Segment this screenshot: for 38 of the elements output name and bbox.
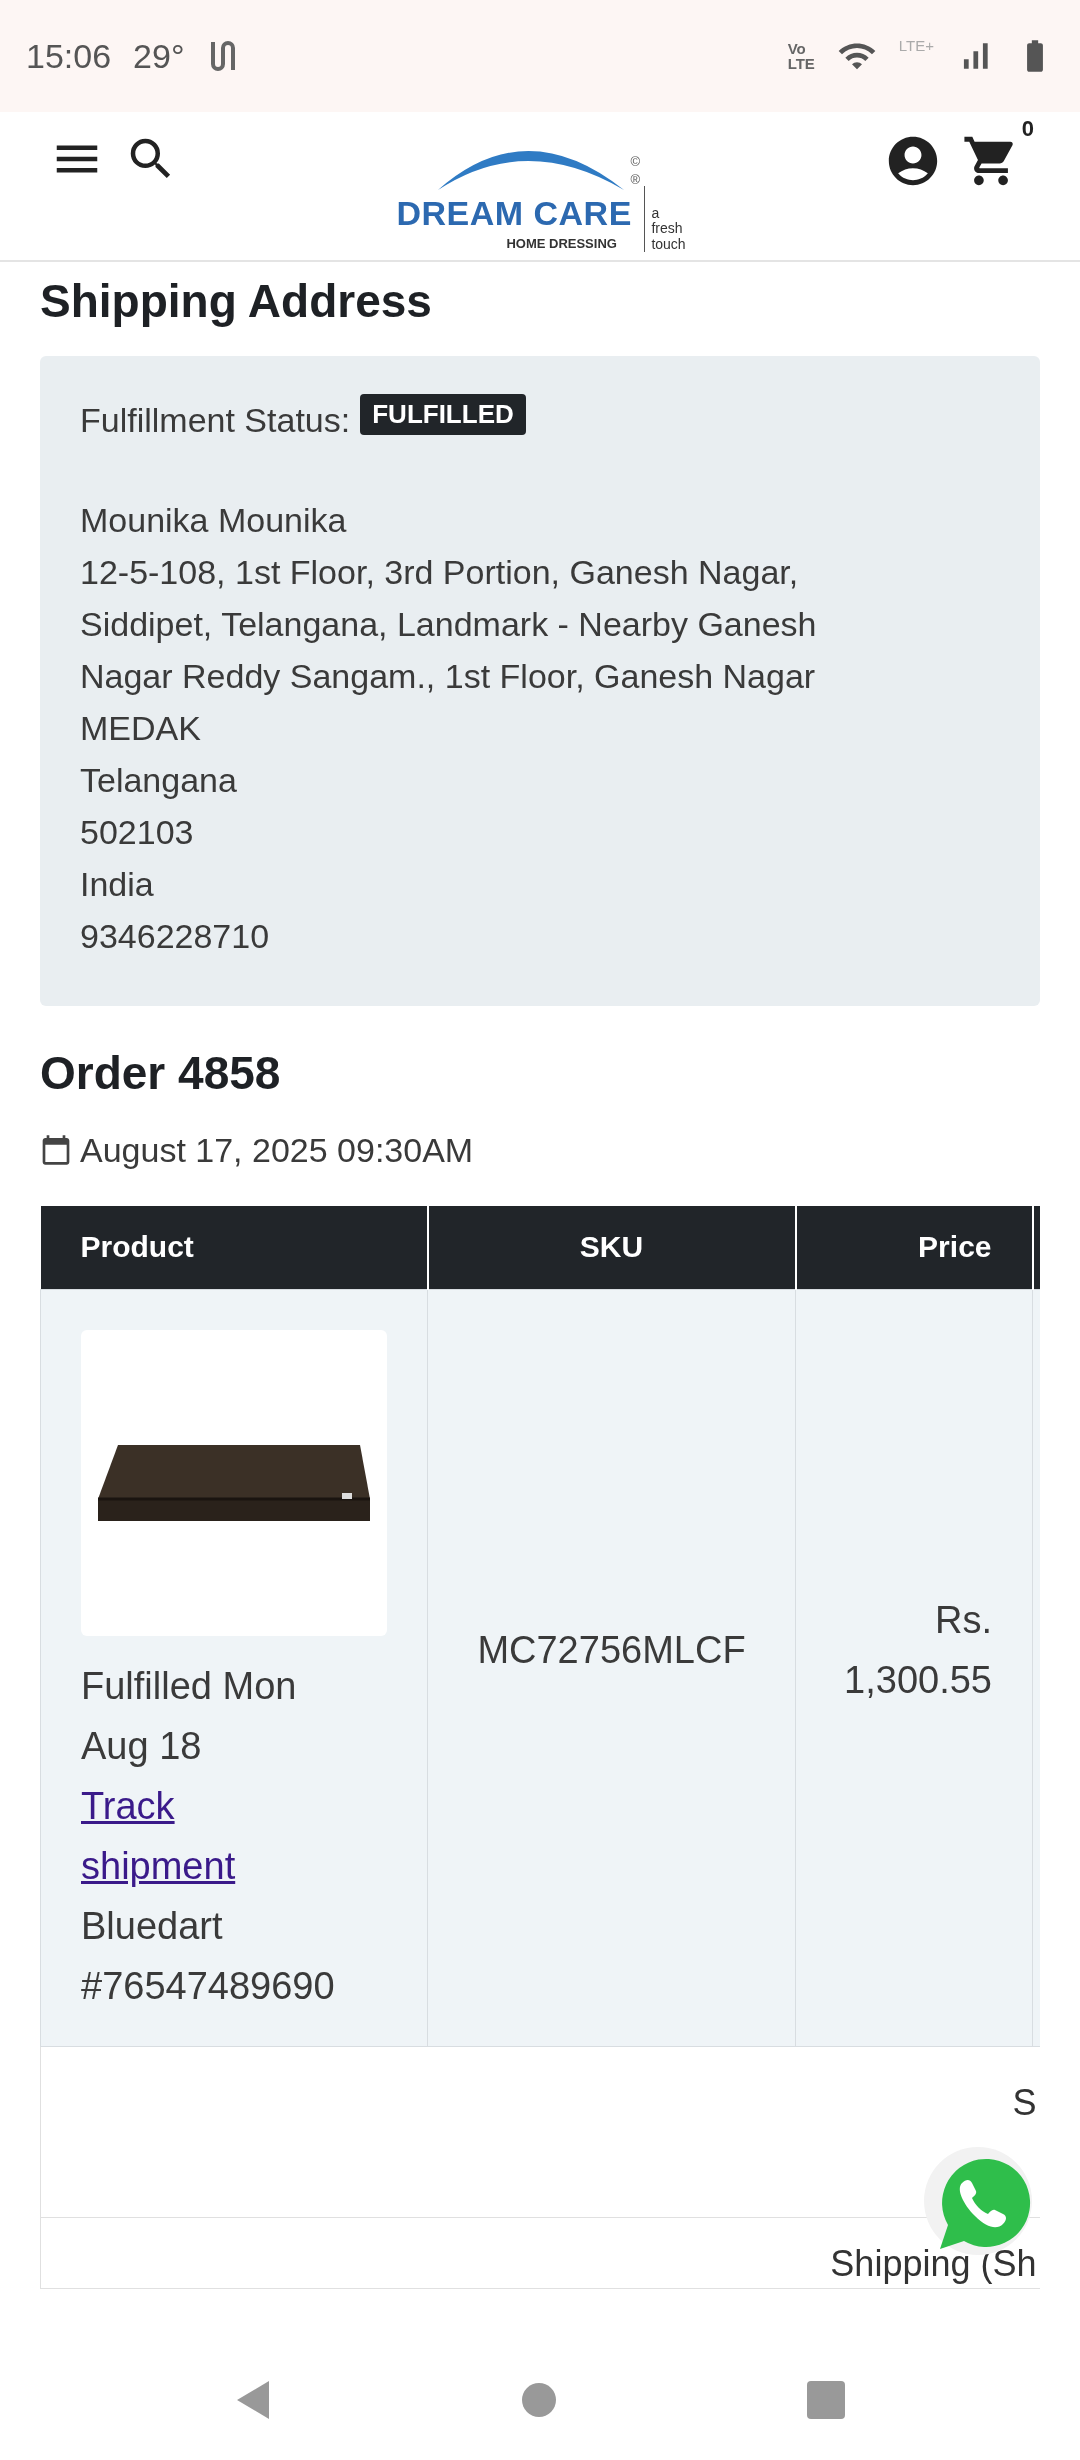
address-line: 12-5-108, 1st Floor, 3rd Portion, Ganesh Nagar, (80, 552, 800, 593)
column-header: Product (40, 1206, 428, 1289)
fulfilled-date: Fulfilled Mon Aug 18 (81, 1663, 298, 1769)
address-line: 9346228710 (80, 916, 271, 957)
column-header: SKU (427, 1206, 796, 1289)
logo-mark: © (630, 154, 640, 169)
address-line: Telangana (80, 760, 238, 801)
status-label: Fulfillment Status: (80, 400, 351, 441)
logo-name: DREAM CARE (396, 194, 632, 233)
status-badge: FULFILLED (360, 394, 526, 435)
temperature: 29° (133, 39, 185, 73)
summary-label: S (1012, 2085, 1038, 2121)
calendar-icon (40, 1134, 72, 1166)
network-type: LTE+ (898, 38, 934, 53)
address-line: MEDAK (80, 708, 202, 749)
logo-tagline: HOME DRESSING (506, 236, 617, 251)
back-button[interactable] (235, 2379, 271, 2421)
tracking-number: #76547489690 (81, 1963, 336, 2009)
address-line: 502103 (80, 812, 195, 853)
address-line: India (80, 864, 155, 905)
cart-count: 0 (1021, 116, 1034, 142)
track-shipment-link[interactable]: Track shipment (81, 1775, 331, 1896)
carrier-name: Bluedart (81, 1903, 224, 1949)
logo-mark: ® (630, 172, 640, 187)
price-cell: Rs. 1,300.55 (795, 1289, 1033, 2046)
home-button[interactable] (521, 2382, 557, 2418)
order-title: Order 4858 (40, 1046, 282, 1101)
order-date: August 17, 2025 09:30AM (80, 1130, 474, 1171)
summary-label: Shipping (Sh (830, 2245, 1038, 2286)
address-line: Nagar Reddy Sangam., 1st Floor, Ganesh Nagar (80, 656, 817, 697)
logo-slogan: a fresh touch (644, 186, 686, 252)
address-line: Mounika Mounika (80, 500, 348, 541)
clock: 15:06 (26, 39, 112, 73)
column-header: Price (795, 1206, 1033, 1289)
volte-indicator: Vo LTE (787, 41, 815, 71)
section-title: Shipping Address (40, 274, 433, 329)
address-line: Siddipet, Telangana, Landmark - Nearby Ganesh (80, 604, 818, 645)
sku-cell: MC72756MLCF (427, 1289, 796, 2046)
